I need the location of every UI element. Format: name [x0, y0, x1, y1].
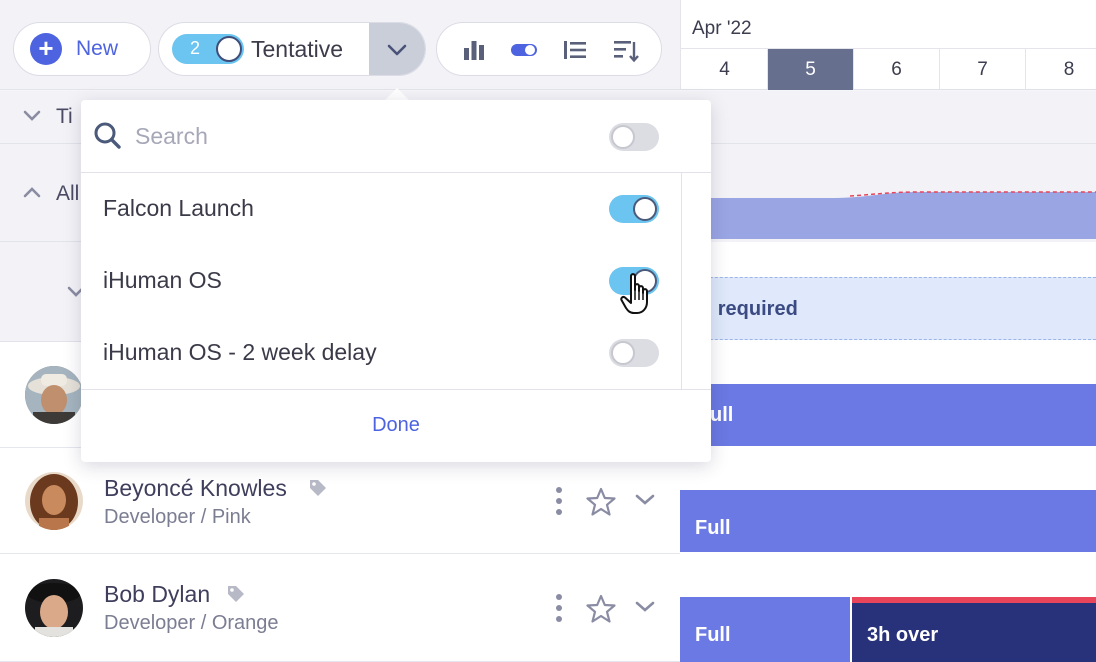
allocation-bar[interactable]: ull — [680, 384, 1096, 446]
day-cell-active[interactable]: 5 — [768, 49, 854, 90]
chevron-down-icon — [387, 44, 407, 56]
timeline-header: Apr '22 4 5 6 7 8 — [680, 0, 1096, 90]
star-icon[interactable] — [586, 487, 616, 517]
scenario-dropdown: Search Falcon Launch iHuman OS iHuman OS… — [81, 100, 711, 462]
tag-icon — [228, 586, 244, 602]
required-label: h required — [700, 298, 798, 320]
dropdown-item[interactable]: iHuman OS - 2 week delay — [81, 317, 681, 389]
select-all-toggle[interactable] — [609, 123, 659, 151]
tentative-count: 2 — [190, 38, 201, 58]
tentative-toggle[interactable]: 2 — [172, 34, 244, 64]
day-cell[interactable]: 7 — [940, 49, 1026, 90]
toggle-view-icon[interactable] — [510, 38, 538, 62]
star-icon[interactable] — [586, 594, 616, 624]
search-input[interactable]: Search — [135, 123, 208, 150]
person-role: Developer / Pink — [104, 506, 251, 528]
overallocation-bar[interactable]: 3h over — [852, 597, 1096, 662]
dropdown-item-label: Falcon Launch — [103, 195, 254, 221]
list-icon[interactable] — [562, 38, 588, 62]
more-options-icon[interactable] — [552, 485, 566, 517]
avatar — [25, 472, 83, 530]
person-name[interactable]: Beyoncé Knowles — [104, 475, 287, 502]
scenario-toggle[interactable] — [609, 195, 659, 223]
done-button[interactable]: Done — [372, 414, 420, 437]
dropdown-item[interactable]: iHuman OS — [81, 245, 681, 317]
toolbar: + New 2 Tentative — [0, 0, 680, 90]
dropdown-item[interactable]: Falcon Launch — [81, 173, 681, 245]
avatar — [25, 579, 83, 637]
toggle-knob — [216, 36, 242, 62]
dropdown-footer: Done — [81, 389, 711, 462]
plus-icon: + — [30, 33, 62, 65]
scenario-toggle[interactable] — [609, 339, 659, 367]
timeline-body: h required ull Full Full 3h over — [680, 91, 1096, 662]
bar-label: 3h over — [867, 624, 939, 646]
toggle-knob — [611, 341, 635, 365]
search-icon — [94, 122, 121, 149]
section-label: All — [56, 182, 80, 205]
person-role: Developer / Orange — [104, 612, 279, 634]
dropdown-search-row: Search — [81, 100, 711, 173]
capacity-area-chart — [680, 144, 1096, 242]
chevron-down-icon[interactable] — [22, 108, 42, 124]
person-row[interactable]: Beyoncé Knowles Developer / Pink — [0, 448, 680, 554]
day-row: 4 5 6 7 8 — [681, 48, 1096, 90]
allocation-bar[interactable]: Full — [680, 490, 1096, 552]
avatar — [25, 366, 83, 424]
hand-cursor-icon — [620, 273, 648, 314]
person-row[interactable]: Bob Dylan Developer / Orange — [0, 554, 680, 662]
day-cell[interactable]: 6 — [854, 49, 940, 90]
bar-label: Full — [695, 624, 731, 646]
day-cell[interactable]: 8 — [1026, 49, 1096, 90]
chevron-down-icon[interactable] — [634, 599, 656, 615]
tentative-filter[interactable]: 2 Tentative — [158, 22, 426, 76]
required-band[interactable]: h required — [680, 277, 1096, 340]
sort-icon[interactable] — [612, 38, 640, 64]
new-button-label: New — [76, 37, 119, 60]
view-options — [436, 22, 662, 76]
bar-label: ull — [710, 404, 734, 426]
chevron-up-icon[interactable] — [22, 184, 42, 200]
tentative-label: Tentative — [251, 36, 344, 62]
section-label: Ti — [56, 105, 73, 128]
day-cell[interactable]: 4 — [682, 49, 768, 90]
bar-label: Full — [695, 517, 731, 539]
toggle-knob — [611, 125, 635, 149]
dropdown-scrollbar[interactable] — [681, 173, 682, 389]
month-label: Apr '22 — [692, 18, 752, 39]
more-options-icon[interactable] — [552, 592, 566, 624]
dropdown-item-label: iHuman OS - 2 week delay — [103, 339, 377, 365]
person-name[interactable]: Bob Dylan — [104, 581, 210, 608]
chevron-down-icon[interactable] — [634, 492, 656, 508]
timeline-section-band — [680, 91, 1096, 144]
dropdown-item-label: iHuman OS — [103, 267, 222, 293]
allocation-bar[interactable]: Full — [680, 597, 850, 662]
tentative-dropdown-button[interactable] — [369, 23, 425, 75]
new-button[interactable]: + New — [13, 22, 151, 76]
tag-icon — [310, 480, 326, 496]
toggle-knob — [633, 197, 657, 221]
bar-chart-icon[interactable] — [462, 38, 486, 62]
